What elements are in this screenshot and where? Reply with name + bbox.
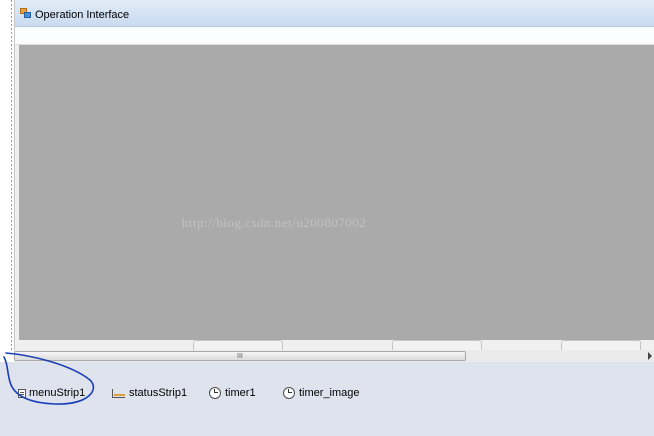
tray-item-timer-image[interactable]: timer_image [283,386,360,400]
tray-item-menustrip[interactable]: menuStrip1 [18,386,85,400]
scrollbar-thumb[interactable]: III [14,351,466,361]
designer-surface: Operation Interface http://blog.csdn.net… [0,0,654,362]
timer-icon [283,387,295,399]
tray-item-statusstrip[interactable]: statusStrip1 [112,386,187,400]
tray-item-label: timer1 [225,387,256,399]
component-tray: menuStrip1 statusStrip1 timer1 timer_ima… [0,362,654,436]
form-titlebar[interactable]: Operation Interface [15,0,654,27]
tray-item-label: menuStrip1 [29,387,86,399]
selection-border [11,0,12,352]
scrollbar-grip: III [237,353,243,360]
menustrip-icon [18,388,26,398]
tray-item-timer1[interactable]: timer1 [209,386,256,400]
left-margin [0,0,14,352]
tray-item-label: timer_image [299,387,360,399]
horizontal-scrollbar[interactable]: III [14,350,654,362]
menu-strip[interactable] [15,27,654,45]
tray-item-label: statusStrip1 [129,387,188,399]
scroll-right-arrow-icon[interactable] [648,352,652,360]
form-title: Operation Interface [35,9,130,21]
statusstrip-icon [112,388,125,398]
timer-icon [209,387,221,399]
form-icon [20,8,31,18]
form-window[interactable]: Operation Interface http://blog.csdn.net… [14,0,654,352]
watermark: http://blog.csdn.net/u200807002 [181,215,367,230]
form-client-area[interactable]: http://blog.csdn.net/u200807002 [19,45,654,340]
